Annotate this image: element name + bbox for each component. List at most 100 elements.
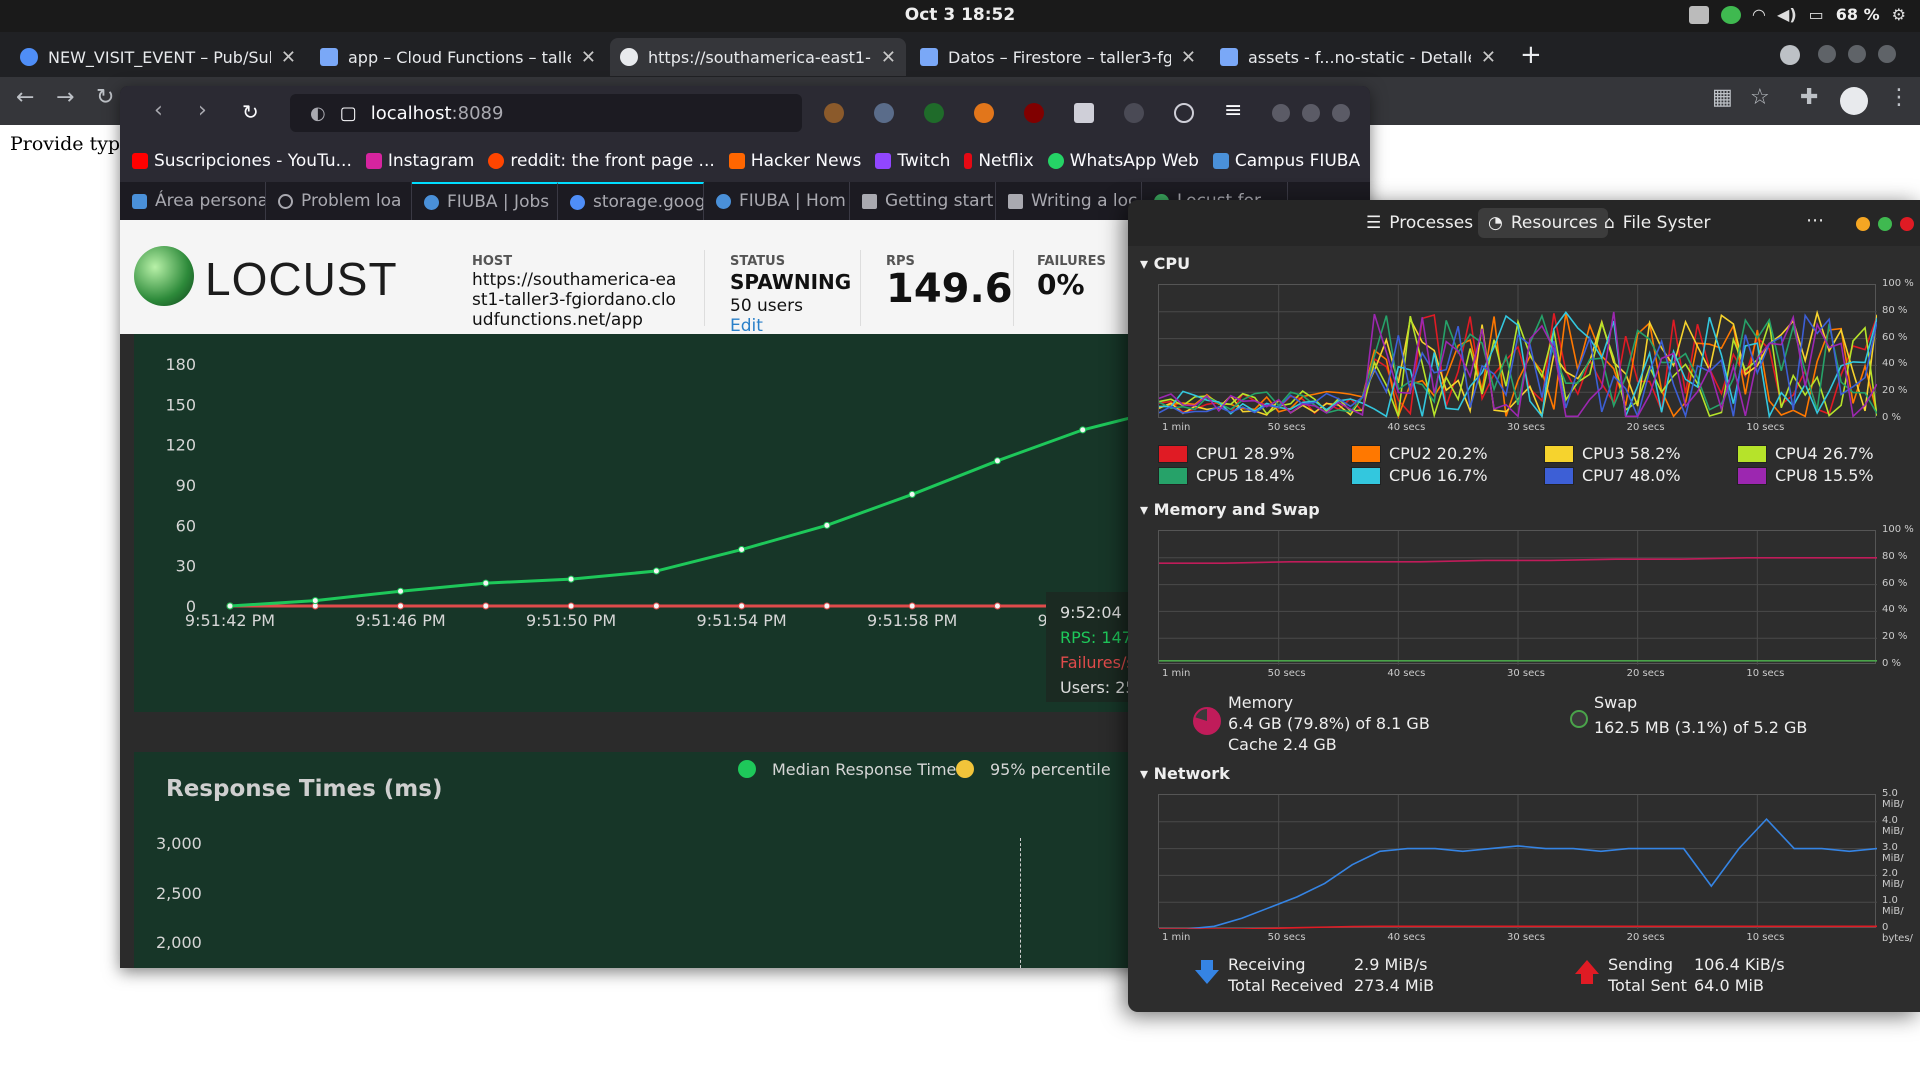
cpu-legend-item[interactable]: CPU1 28.9% (1158, 444, 1295, 463)
ublock-icon[interactable] (1024, 103, 1044, 123)
cpu-legend-item[interactable]: CPU7 48.0% (1544, 466, 1681, 485)
close-tab-icon[interactable]: ✕ (281, 47, 296, 68)
reload-icon[interactable]: ↻ (96, 85, 114, 110)
leaf-extension-icon[interactable] (924, 103, 944, 123)
ff-tab-writing-locustfile[interactable]: Writing a loc (996, 182, 1142, 220)
cpu-legend-item[interactable]: CPU4 26.7% (1737, 444, 1874, 463)
screen-icon[interactable] (1688, 5, 1709, 24)
hamburger-menu-icon[interactable]: ≡ (1224, 98, 1242, 123)
ff-tab-storage[interactable]: storage.goog (558, 182, 704, 220)
forward-icon[interactable]: → (56, 85, 74, 110)
ff-tab-fiuba-jobs[interactable]: FIUBA | Jobs (412, 182, 558, 220)
p95-legend-swatch[interactable] (956, 760, 974, 778)
more-extensions-icon[interactable] (1174, 103, 1194, 123)
firefox-nav-bar: ‹ › ↻ ◐ ▢ localhost:8089 ≡ (120, 86, 1370, 140)
maximize-button[interactable] (1878, 217, 1892, 231)
cpu-legend-item[interactable]: CPU2 20.2% (1351, 444, 1488, 463)
close-tab-icon[interactable]: ✕ (881, 47, 896, 68)
grid-extension-icon[interactable] (1074, 103, 1094, 123)
color-swatch[interactable] (1737, 444, 1767, 463)
owl-extension-icon[interactable] (874, 103, 894, 123)
clock[interactable]: Oct 3 18:52 (0, 5, 1920, 25)
edit-link[interactable]: Edit (730, 316, 763, 336)
cpu-legend-item[interactable]: CPU8 15.5% (1737, 466, 1874, 485)
chrome-tab-cloud-functions[interactable]: app – Cloud Functions – taller ✕ (310, 38, 606, 76)
network-section-title[interactable]: ▾ Network (1140, 764, 1230, 783)
median-legend-swatch[interactable] (738, 760, 756, 778)
cpu-legend-label: CPU3 58.2% (1582, 444, 1681, 463)
color-swatch[interactable] (1158, 444, 1188, 463)
battery-icon[interactable]: ▭ (1809, 5, 1824, 24)
color-swatch[interactable] (1351, 466, 1381, 485)
p95-legend-label[interactable]: 95% percentile (990, 760, 1111, 779)
volume-icon[interactable]: ◀) (1777, 5, 1797, 24)
privacy-extension-icon[interactable] (1124, 103, 1144, 123)
chrome-tab-assets[interactable]: assets - f...no-static - Detalle ✕ (1210, 38, 1506, 76)
color-swatch[interactable] (1737, 466, 1767, 485)
forward-icon[interactable]: › (198, 98, 207, 123)
bookmark-netflix[interactable]: Netflix (964, 151, 1034, 171)
bookmark-campus-fiuba[interactable]: Campus FIUBA (1212, 151, 1360, 171)
chrome-tab-southamerica[interactable]: https://southamerica-east1-t ✕ (610, 38, 906, 76)
menu-icon[interactable]: ⋯ (1806, 210, 1824, 231)
x-tick-label: 10 secs (1746, 422, 1785, 433)
close-window-button[interactable] (1900, 217, 1914, 231)
bookmark-youtube[interactable]: Suscripciones - YouTu... (132, 151, 352, 171)
ff-tab-problem-loading[interactable]: Problem loa (266, 182, 412, 220)
metamask-icon[interactable] (974, 103, 994, 123)
tab-processes[interactable]: ☰ Processes (1356, 208, 1483, 238)
ff-tab-area-personal[interactable]: Área persona (120, 182, 266, 220)
tab-search-icon[interactable] (1780, 45, 1800, 65)
chrome-menu-icon[interactable]: ⋮ (1888, 85, 1910, 110)
color-swatch[interactable] (1158, 466, 1188, 485)
median-legend-label[interactable]: Median Response Time (772, 760, 956, 779)
check-icon[interactable] (1720, 5, 1741, 24)
cpu-legend-item[interactable]: CPU3 58.2% (1544, 444, 1681, 463)
bookmark-whatsapp[interactable]: WhatsApp Web (1047, 151, 1199, 171)
close-tab-icon[interactable]: ✕ (581, 47, 596, 68)
chrome-tab-pubsub[interactable]: NEW_VISIT_EVENT – Pub/Sub ✕ (10, 38, 306, 76)
wifi-icon[interactable]: ◠ (1753, 5, 1765, 24)
new-tab-button[interactable]: + (1520, 40, 1542, 70)
profile-avatar[interactable] (1840, 87, 1868, 115)
x-tick-label: 20 secs (1626, 932, 1665, 943)
network-graph-svg (1159, 795, 1878, 930)
bookmark-twitch[interactable]: Twitch (875, 151, 950, 171)
close-tab-icon[interactable]: ✕ (1181, 47, 1196, 68)
cpu-legend-item[interactable]: CPU6 16.7% (1351, 466, 1488, 485)
tab-resources[interactable]: ◔ Resources (1478, 208, 1608, 238)
bookmark-star-icon[interactable]: ☆ (1750, 85, 1770, 110)
cpu-legend-item[interactable]: CPU5 18.4% (1158, 466, 1295, 485)
memory-section-title[interactable]: ▾ Memory and Swap (1140, 500, 1320, 519)
ff-tab-getting-started[interactable]: Getting start (850, 182, 996, 220)
back-icon[interactable]: ← (16, 85, 34, 110)
close-tab-icon[interactable]: ✕ (1481, 47, 1496, 68)
minimize-button[interactable] (1818, 45, 1836, 63)
bookmark-reddit[interactable]: reddit: the front page ... (488, 151, 715, 171)
maximize-button[interactable] (1848, 45, 1866, 63)
back-icon[interactable]: ‹ (154, 98, 163, 123)
minimize-button[interactable] (1856, 217, 1870, 231)
color-swatch[interactable] (1544, 444, 1574, 463)
url-bar[interactable]: ◐ ▢ localhost:8089 (290, 94, 802, 132)
close-window-button[interactable] (1878, 45, 1896, 63)
status-label: STATUS (730, 254, 786, 269)
apps-icon[interactable]: ▦ (1712, 85, 1733, 110)
color-swatch[interactable] (1544, 466, 1574, 485)
system-tray[interactable]: ◠ ◀) ▭ 68 % ⚙ (1688, 5, 1906, 24)
cpu-section-title[interactable]: ▾ CPU (1140, 254, 1190, 273)
ff-tab-fiuba-home[interactable]: FIUBA | Hom (704, 182, 850, 220)
shield-icon[interactable]: ◐ (310, 103, 326, 124)
close-window-button[interactable] (1332, 104, 1350, 122)
maximize-button[interactable] (1302, 104, 1320, 122)
reload-icon[interactable]: ↻ (242, 100, 259, 124)
chrome-tab-firestore[interactable]: Datos – Firestore – taller3-fgio ✕ (910, 38, 1206, 76)
cookie-extension-icon[interactable] (824, 103, 844, 123)
color-swatch[interactable] (1351, 444, 1381, 463)
extensions-icon[interactable]: ✚ (1800, 85, 1818, 110)
tab-file-systems[interactable]: ⌂ File Syster (1594, 208, 1720, 238)
minimize-button[interactable] (1272, 104, 1290, 122)
settings-icon[interactable]: ⚙ (1892, 5, 1906, 24)
bookmark-instagram[interactable]: Instagram (365, 151, 474, 171)
bookmark-hacker-news[interactable]: Hacker News (728, 151, 861, 171)
